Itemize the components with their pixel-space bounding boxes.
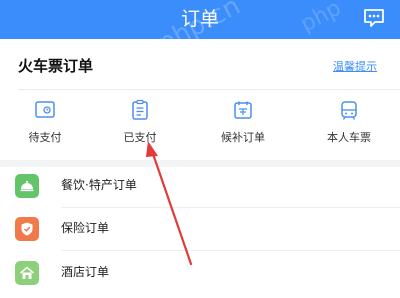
divider	[61, 207, 400, 208]
order-type-label: 待支付	[28, 131, 62, 144]
paid-icon	[129, 99, 151, 121]
order-type-paid[interactable]: 已支付	[95, 99, 185, 155]
divider	[18, 89, 400, 90]
list-item-label: 餐饮·特产订单	[61, 178, 137, 192]
divider	[61, 250, 400, 251]
other-orders-list: 餐饮·特产订单 保险订单 酒店订单	[0, 167, 400, 298]
order-type-unpaid[interactable]: 待支付	[0, 99, 90, 155]
list-item-label: 保险订单	[61, 221, 110, 235]
order-type-label: 已支付	[123, 131, 157, 144]
unpaid-icon	[34, 99, 56, 121]
section-gap	[0, 160, 400, 167]
insurance-icon	[15, 217, 39, 241]
top-nav-bar: php.cn php 订单	[0, 0, 400, 59]
food-icon	[15, 174, 39, 198]
list-item-hotel-orders[interactable]: 酒店订单	[0, 254, 400, 295]
message-icon[interactable]	[363, 8, 385, 28]
order-type-label: 本人车票	[327, 131, 371, 144]
list-item-label: 酒店订单	[61, 265, 110, 279]
train-orders-card: 火车票订单 温馨提示 待支付 已支付 候补订单 本人车票	[0, 39, 400, 160]
list-item-insurance-orders[interactable]: 保险订单	[0, 210, 400, 251]
train-orders-title: 火车票订单	[18, 57, 94, 75]
hotel-icon	[15, 261, 39, 285]
page-title: 订单	[180, 8, 219, 30]
list-item-food-orders[interactable]: 餐饮·特产订单	[0, 167, 400, 208]
tips-link[interactable]: 温馨提示	[333, 60, 377, 73]
my-ticket-icon	[338, 99, 360, 121]
order-type-label: 候补订单	[221, 131, 265, 144]
order-type-my-ticket[interactable]: 本人车票	[304, 99, 394, 155]
waitlist-icon	[232, 99, 254, 121]
order-type-waitlist[interactable]: 候补订单	[198, 99, 288, 155]
